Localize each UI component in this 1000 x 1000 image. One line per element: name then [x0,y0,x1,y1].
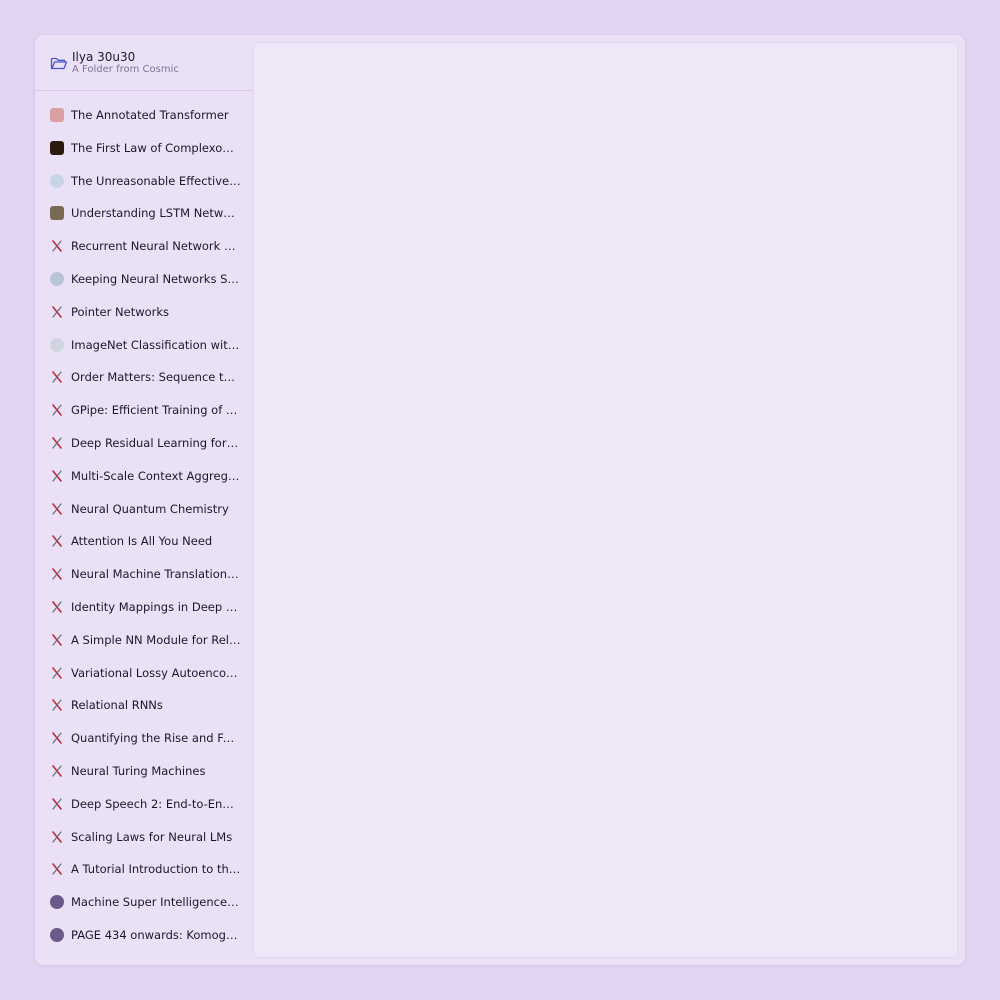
list-item[interactable]: Neural Machine Translation by Jointly Le… [35,559,253,591]
list-item[interactable]: Order Matters: Sequence to sequence for … [35,362,253,394]
list-item-label: Identity Mappings in Deep Residual Netwo… [71,600,241,614]
list-item[interactable]: Pointer Networks [35,297,253,329]
list-item-label: Recurrent Neural Network Regularization [71,239,241,254]
broken-link-icon [50,239,64,253]
list-item[interactable]: Keeping Neural Networks Simple by Minimi… [35,264,253,296]
list-item-label: Multi-Scale Context Aggregation by Dilat… [71,468,241,483]
site-favicon-icon [50,272,64,286]
broken-link-icon [50,666,64,680]
list-item[interactable]: Identity Mappings in Deep Residual Netwo… [35,592,253,624]
list-item[interactable]: Understanding LSTM Networks [35,198,253,230]
broken-link-icon [50,731,64,745]
list-item-label: Deep Speech 2: End-to-End Speech Recogni… [71,796,241,811]
list-item[interactable]: PAGE 434 onwards: Komogrov Complexity [35,920,253,952]
broken-link-icon [50,830,64,844]
list-item-label: A Simple NN Module for Relational Reason… [71,632,241,647]
broken-link-icon [50,403,64,417]
broken-link-icon [50,469,64,483]
broken-link-icon [50,436,64,450]
site-favicon-icon [50,173,64,188]
list-item-label: Neural Turing Machines [71,764,206,778]
content-panel [254,43,957,957]
list-item[interactable]: The Unreasonable Effectiveness of Recurr… [35,166,253,198]
broken-link-icon [50,862,64,876]
list-item-label: Relational RNNs [71,698,163,713]
list-item-label: Attention Is All You Need [71,534,213,549]
folder-window: Ilya 30u30 A Folder from Cosmic The Anno… [35,35,965,965]
list-item-label: Deep Residual Learning for Image Recogni… [71,436,241,450]
list-item-label: The Annotated Transformer [71,108,229,122]
sidebar: Ilya 30u30 A Folder from Cosmic The Anno… [35,35,253,965]
folder-open-icon [50,55,68,71]
list-item-label: The First Law of Complexodynamics [71,140,241,155]
list-item[interactable]: Scaling Laws for Neural LMs [35,822,253,854]
broken-link-icon [50,797,64,811]
list-item[interactable]: Quantifying the Rise and Fall of Complex… [35,723,253,755]
folder-header[interactable]: Ilya 30u30 A Folder from Cosmic [35,35,253,91]
site-favicon-icon [50,206,64,221]
site-favicon-icon [50,895,64,910]
broken-link-icon [50,698,64,712]
list-item-label: Neural Machine Translation by Jointly Le… [71,567,241,582]
list-item[interactable]: Neural Quantum Chemistry [35,494,253,526]
broken-link-icon [50,502,64,516]
site-favicon-icon [50,108,64,122]
broken-link-icon [50,305,64,319]
list-item-label: Variational Lossy Autoencoder [71,665,241,680]
list-item-label: Order Matters: Sequence to sequence for … [71,370,241,385]
list-item-label: A Tutorial Introduction to the Minimum D… [71,862,241,877]
list-item[interactable]: Machine Super Intelligence Dissertation [35,887,253,919]
list-item[interactable]: Recurrent Neural Network Regularization [35,231,253,263]
list-item-label: Pointer Networks [71,304,170,319]
folder-subtitle: A Folder from Cosmic [72,64,179,75]
list-item[interactable]: Multi-Scale Context Aggregation by Dilat… [35,461,253,493]
broken-link-icon [50,567,64,581]
list-item[interactable]: Deep Residual Learning for Image Recogni… [35,428,253,460]
list-item[interactable]: GPipe: Efficient Training of Giant Neura… [35,395,253,427]
list-item-label: PAGE 434 onwards: Komogrov Complexity [71,928,241,942]
broken-link-icon [50,633,64,647]
list-item-label: Neural Quantum Chemistry [71,501,229,516]
list-item-label: Machine Super Intelligence Dissertation [71,895,241,910]
list-item-label: Quantifying the Rise and Fall of Complex… [71,731,241,746]
list-item-label: The Unreasonable Effectiveness of Recurr… [71,173,241,188]
site-favicon-icon [50,337,64,352]
list-item-label: GPipe: Efficient Training of Giant Neura… [71,403,241,418]
list-item[interactable]: A Tutorial Introduction to the Minimum D… [35,854,253,886]
list-item-label: Scaling Laws for Neural LMs [71,829,233,844]
list-item[interactable]: Variational Lossy Autoencoder [35,658,253,690]
list-item[interactable]: Deep Speech 2: End-to-End Speech Recogni… [35,789,253,821]
list-item[interactable]: ImageNet Classification with Deep Convol… [35,330,253,362]
site-favicon-icon [50,140,64,155]
folder-title: Ilya 30u30 [72,50,136,64]
list-item-label: Understanding LSTM Networks [71,206,241,221]
site-favicon-icon [50,928,64,942]
list-item[interactable]: The First Law of Complexodynamics [35,133,253,165]
list-item[interactable]: The Annotated Transformer [35,100,253,132]
broken-link-icon [50,534,64,548]
list-item[interactable]: Neural Turing Machines [35,756,253,788]
list-item[interactable]: Attention Is All You Need [35,526,253,558]
broken-link-icon [50,600,64,614]
list-item[interactable]: A Simple NN Module for Relational Reason… [35,625,253,657]
broken-link-icon [50,370,64,384]
list-item-label: Keeping Neural Networks Simple by Minimi… [71,272,241,286]
list-item[interactable]: Relational RNNs [35,690,253,722]
broken-link-icon [50,764,64,778]
list-item-label: ImageNet Classification with Deep Convol… [71,337,241,352]
